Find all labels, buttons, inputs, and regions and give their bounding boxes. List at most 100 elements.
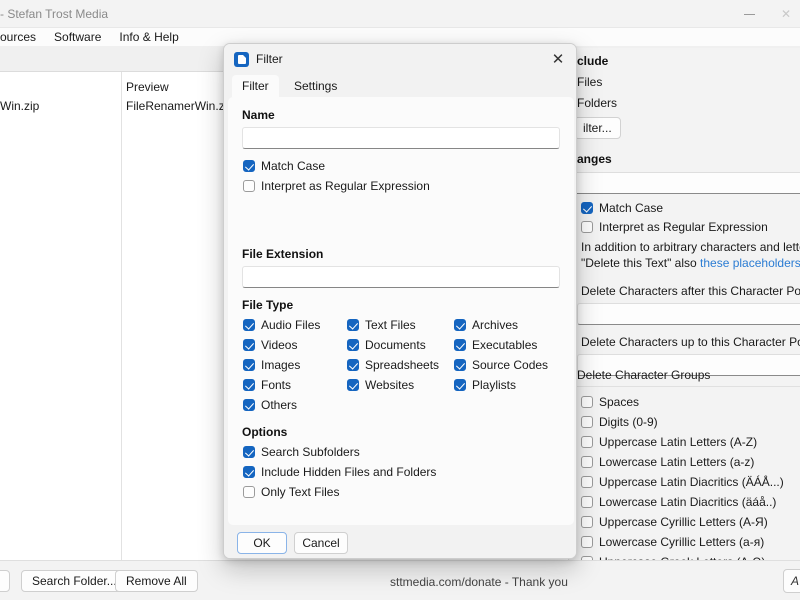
filetype-label: Images	[261, 358, 301, 372]
filetype-row-text-files[interactable]: Text Files	[347, 318, 416, 332]
option-label: Include Hidden Files and Folders	[261, 465, 437, 479]
checkbox-icon[interactable]	[347, 359, 359, 371]
dialog-close-icon[interactable]: ✕	[538, 44, 576, 75]
document-filter-icon	[234, 52, 249, 67]
regex-row[interactable]: Interpret as Regular Expression	[243, 179, 430, 193]
checkbox-icon[interactable]	[581, 496, 593, 508]
filetype-row-images[interactable]: Images	[243, 358, 300, 372]
filter-button[interactable]: ilter...	[574, 117, 621, 139]
close-window-button[interactable]: ✕	[772, 0, 800, 28]
dialog-title: Filter	[256, 52, 283, 66]
checkbox-icon[interactable]	[243, 319, 255, 331]
checkbox-icon[interactable]	[243, 180, 255, 192]
cancel-button[interactable]: Cancel	[294, 532, 348, 554]
group-label: Spaces	[599, 395, 640, 409]
menu-item-info-help[interactable]: Info & Help	[119, 29, 187, 45]
checkbox-icon[interactable]	[581, 536, 593, 548]
column-header-preview[interactable]: Preview	[126, 80, 169, 94]
note-text-before: "Delete this Text" also	[581, 256, 701, 270]
checkbox-icon[interactable]	[581, 456, 593, 468]
filetype-row-executables[interactable]: Executables	[454, 338, 537, 352]
checkbox-icon[interactable]	[581, 416, 593, 428]
group-label: Lowercase Cyrillic Letters (а-я)	[599, 535, 765, 549]
group-row-lowercase-latin[interactable]: Lowercase Latin Letters (a-z)	[581, 455, 754, 469]
checkbox-icon[interactable]	[581, 202, 593, 214]
file-extension-input[interactable]	[242, 266, 560, 288]
bottom-bar: Search Folder... Remove All sttmedia.com…	[0, 560, 800, 600]
checkbox-icon[interactable]	[243, 359, 255, 371]
filetype-label: Fonts	[261, 378, 292, 392]
group-row-spaces[interactable]: Spaces	[581, 395, 639, 409]
filetype-label: Text Files	[365, 318, 416, 332]
table-row-preview[interactable]: FileRenamerWin.zip	[126, 99, 234, 113]
checkbox-icon[interactable]	[243, 160, 255, 172]
checkbox-icon[interactable]	[581, 396, 593, 408]
placeholders-link[interactable]: these placeholders	[700, 256, 800, 270]
checkbox-icon[interactable]	[243, 466, 255, 478]
group-label: Uppercase Cyrillic Letters (А-Я)	[599, 515, 768, 529]
filetype-row-audio-files[interactable]: Audio Files	[243, 318, 320, 332]
option-row-include-hidden[interactable]: Include Hidden Files and Folders	[243, 465, 436, 479]
panel-regex-row[interactable]: Interpret as Regular Expression	[581, 220, 768, 234]
filetype-row-documents[interactable]: Documents	[347, 338, 426, 352]
filetype-label: Others	[261, 398, 298, 412]
checkbox-icon[interactable]	[581, 436, 593, 448]
group-row-uppercase-latin[interactable]: Uppercase Latin Letters (A-Z)	[581, 435, 757, 449]
changes-input[interactable]	[573, 172, 800, 194]
group-row-lowercase-latin-diacritics[interactable]: Lowercase Latin Diacritics (äáå..)	[581, 495, 776, 509]
checkbox-icon[interactable]	[454, 339, 466, 351]
page-fold-shape	[243, 55, 246, 58]
group-row-digits[interactable]: Digits (0-9)	[581, 415, 658, 429]
checkbox-icon[interactable]	[243, 339, 255, 351]
font-button[interactable]: A	[783, 569, 800, 593]
checkbox-icon[interactable]	[581, 221, 593, 233]
ok-button[interactable]: OK	[237, 532, 287, 554]
tab-filter[interactable]: Filter	[232, 75, 279, 97]
checkbox-icon[interactable]	[243, 399, 255, 411]
filetype-label: Videos	[261, 338, 298, 352]
filetype-row-playlists[interactable]: Playlists	[454, 378, 516, 392]
checkbox-icon[interactable]	[243, 486, 255, 498]
include-folders-row[interactable]: Folders	[577, 96, 617, 110]
checkbox-icon[interactable]	[347, 319, 359, 331]
checkbox-icon[interactable]	[347, 339, 359, 351]
dialog-tabs: Filter Settings	[224, 75, 576, 97]
path-input[interactable]	[0, 570, 10, 592]
checkbox-icon[interactable]	[581, 476, 593, 488]
filetype-row-archives[interactable]: Archives	[454, 318, 518, 332]
include-files-row[interactable]: Files	[577, 75, 602, 89]
delete-after-position-input[interactable]	[577, 303, 800, 325]
option-row-search-subfolders[interactable]: Search Subfolders	[243, 445, 360, 459]
menu-item-sources[interactable]: Sources	[0, 29, 45, 45]
panel-match-case-row[interactable]: Match Case	[581, 201, 663, 215]
group-row-uppercase-latin-diacritics[interactable]: Uppercase Latin Diacritics (ÄÁÅ...)	[581, 475, 784, 489]
filetype-row-spreadsheets[interactable]: Spreadsheets	[347, 358, 439, 372]
filetype-row-websites[interactable]: Websites	[347, 378, 414, 392]
filetype-row-fonts[interactable]: Fonts	[243, 378, 291, 392]
name-input[interactable]	[242, 127, 560, 149]
search-folder-button[interactable]: Search Folder...	[21, 570, 128, 592]
filetype-row-source-codes[interactable]: Source Codes	[454, 358, 548, 372]
checkbox-icon[interactable]	[454, 379, 466, 391]
group-row-lowercase-cyrillic[interactable]: Lowercase Cyrillic Letters (а-я)	[581, 535, 764, 549]
group-label: Digits (0-9)	[599, 415, 658, 429]
filetype-label: Source Codes	[472, 358, 549, 372]
checkbox-icon[interactable]	[454, 319, 466, 331]
checkbox-icon[interactable]	[243, 446, 255, 458]
checkbox-icon[interactable]	[581, 516, 593, 528]
checkbox-icon[interactable]	[347, 379, 359, 391]
group-row-uppercase-cyrillic[interactable]: Uppercase Cyrillic Letters (А-Я)	[581, 515, 768, 529]
menu-item-software[interactable]: Software	[54, 29, 110, 45]
minimize-button[interactable]	[726, 0, 772, 28]
filetype-label: Audio Files	[261, 318, 321, 332]
match-case-row[interactable]: Match Case	[243, 159, 325, 173]
table-row-name[interactable]: Win.zip	[0, 99, 39, 113]
tab-settings[interactable]: Settings	[284, 75, 347, 97]
options-panel: clude Files Folders ilter... anges Match…	[568, 48, 800, 560]
checkbox-icon[interactable]	[454, 359, 466, 371]
checkbox-icon[interactable]	[243, 379, 255, 391]
filetype-row-videos[interactable]: Videos	[243, 338, 297, 352]
option-row-only-text-files[interactable]: Only Text Files	[243, 485, 339, 499]
remove-all-button[interactable]: Remove All	[115, 570, 198, 592]
filetype-row-others[interactable]: Others	[243, 398, 297, 412]
